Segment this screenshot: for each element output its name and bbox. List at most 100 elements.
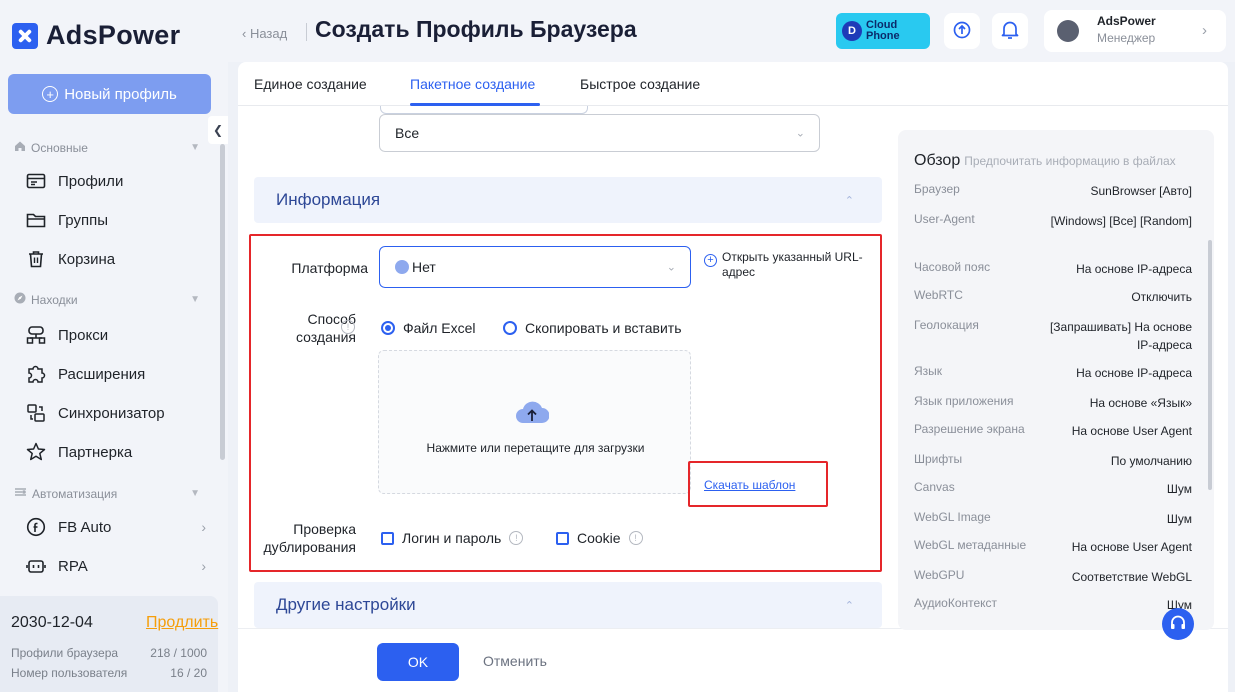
main-panel: Единое создание Пакетное создание Быстро… xyxy=(238,62,1228,692)
radio-excel-file[interactable]: Файл Excel xyxy=(381,320,476,336)
section-title-automation[interactable]: Автоматизация ▼ xyxy=(14,486,200,501)
users-quota-label: Номер пользователя xyxy=(11,666,128,680)
overview-row-key: Браузер xyxy=(914,182,960,196)
update-arrow-icon xyxy=(952,20,972,43)
overview-title-text: Обзор xyxy=(914,152,961,169)
overview-row-key: User-Agent xyxy=(914,212,975,226)
collapse-sidebar-button[interactable]: ❮ xyxy=(208,116,228,144)
sidebar-item-groups[interactable]: Группы xyxy=(26,210,206,230)
home-icon xyxy=(14,140,26,155)
headset-icon xyxy=(1169,614,1187,635)
header: ‹ Назад Создать Профиль Браузера D Cloud… xyxy=(228,0,1235,62)
section-title-finds[interactable]: Находки ▼ xyxy=(14,292,200,307)
sidebar-item-rpa-label: RPA xyxy=(58,557,88,575)
chevron-up-icon: ⌃ xyxy=(844,599,854,612)
checkbox-login-password[interactable]: Логин и пароль ! xyxy=(381,530,524,546)
users-quota: Номер пользователя 16 / 20 xyxy=(11,666,207,680)
expiry-date: 2030-12-04 xyxy=(11,614,93,631)
tab-quick-creation[interactable]: Быстрое создание xyxy=(580,76,700,92)
sidebar-item-profiles-label: Профили xyxy=(58,172,124,190)
tab-single-creation[interactable]: Единое создание xyxy=(254,76,367,92)
file-upload-dropzone[interactable]: Нажмите или перетащите для загрузки xyxy=(378,350,691,494)
overview-row-value: Отключить xyxy=(1131,290,1192,304)
sidebar-item-partner[interactable]: Партнерка xyxy=(26,442,206,462)
sidebar-item-rpa[interactable]: RPA › xyxy=(26,556,206,576)
chevron-down-icon: ⌄ xyxy=(666,261,676,274)
top-filter-select[interactable]: Все ⌄ xyxy=(379,114,820,152)
ok-button[interactable]: OK xyxy=(377,643,459,681)
overview-scrollbar[interactable] xyxy=(1208,240,1212,490)
new-profile-button[interactable]: + Новый профиль xyxy=(8,74,211,114)
info-section-header[interactable]: Информация ⌃ xyxy=(254,177,882,223)
info-icon[interactable]: ! xyxy=(628,531,643,545)
overview-row-value: Шум xyxy=(1166,512,1192,526)
trash-icon xyxy=(26,249,46,269)
info-icon[interactable]: ! xyxy=(341,320,355,334)
profiles-quota-label: Профили браузера xyxy=(11,646,119,660)
sidebar-item-fb-auto[interactable]: FB Auto › xyxy=(26,517,206,537)
notifications-button[interactable] xyxy=(992,13,1028,49)
info-section-title: Информация xyxy=(276,190,381,209)
compass-icon xyxy=(14,292,26,307)
radio-copy-paste[interactable]: Скопировать и вставить xyxy=(503,320,682,336)
cancel-button[interactable]: Отменить xyxy=(483,653,547,669)
overview-row-key: Шрифты xyxy=(914,452,963,466)
radio-copy-label: Скопировать и вставить xyxy=(525,320,682,336)
tab-batch-creation[interactable]: Пакетное создание xyxy=(410,76,535,92)
sidebar-item-synchronizer[interactable]: Синхронизатор xyxy=(26,403,206,423)
overview-row-key: Часовой пояс xyxy=(914,260,991,274)
puzzle-icon xyxy=(26,364,46,384)
overview-row-value: На основе User Agent xyxy=(1071,424,1192,438)
user-role: Менеджер xyxy=(1097,31,1156,45)
checkbox-login-label: Логин и пароль xyxy=(402,530,502,546)
sidebar-item-extensions-label: Расширения xyxy=(58,365,146,383)
sidebar-item-profiles[interactable]: Профили xyxy=(26,171,206,191)
upload-hint: Нажмите или перетащите для загрузки xyxy=(426,441,645,455)
other-settings-title: Другие настройки xyxy=(276,595,416,614)
page-title: Создать Профиль Браузера xyxy=(315,16,637,42)
section-title-finds-label: Находки xyxy=(31,292,78,307)
checkbox-cookie[interactable]: Cookie ! xyxy=(556,530,643,546)
sidebar-item-extensions[interactable]: Расширения xyxy=(26,364,206,384)
logo[interactable]: AdsPower xyxy=(12,20,180,51)
sidebar-item-groups-label: Группы xyxy=(58,211,108,229)
overview-panel: Обзор Предпочитать информацию в файлах Бр… xyxy=(898,130,1214,630)
overview-row-value: На основе User Agent xyxy=(1071,540,1192,554)
update-button[interactable] xyxy=(944,13,980,49)
section-title-main-label: Основные xyxy=(31,140,88,155)
open-url-option[interactable]: + Открыть указанный URL-адрес xyxy=(704,250,874,280)
open-url-label: Открыть указанный URL-адрес xyxy=(722,250,863,279)
overview-row-value: На основе IP-адреса xyxy=(1076,262,1192,276)
back-link[interactable]: ‹ Назад xyxy=(242,26,287,41)
platform-select[interactable]: Нет ⌄ xyxy=(379,246,691,288)
platform-value: Нет xyxy=(412,259,436,275)
sidebar-item-trash[interactable]: Корзина xyxy=(26,249,206,269)
overview-row-key: АудиоКонтекст xyxy=(914,596,998,610)
overview-row-key: Язык приложения xyxy=(914,394,1014,408)
sidebar-item-fb-auto-label: FB Auto xyxy=(58,518,112,536)
support-chat-button[interactable] xyxy=(1162,608,1194,640)
star-icon xyxy=(26,442,46,462)
info-icon[interactable]: ! xyxy=(509,531,524,545)
sidebar-scrollbar[interactable] xyxy=(220,144,225,460)
overview-row-key: WebGL метаданные xyxy=(914,538,1027,552)
sidebar-item-synchronizer-label: Синхронизатор xyxy=(58,404,165,422)
cloud-phone-button[interactable]: D Cloud Phone xyxy=(836,13,930,49)
user-menu[interactable]: AdsPower Менеджер › xyxy=(1044,10,1226,52)
profiles-quota-value: 218 / 1000 xyxy=(150,646,207,660)
chevron-up-icon: ⌃ xyxy=(844,194,854,207)
platform-label: Платформа xyxy=(291,260,368,276)
sidebar-item-proxy[interactable]: Прокси xyxy=(26,325,206,345)
plus-circle-icon: + xyxy=(704,254,717,267)
download-template-link[interactable]: Скачать шаблон xyxy=(704,478,795,492)
overview-subtitle: Предпочитать информацию в файлах xyxy=(964,154,1176,168)
sync-windows-icon xyxy=(26,403,46,423)
other-settings-header[interactable]: Другие настройки ⌃ xyxy=(254,582,882,628)
overview-row-key: WebGL Image xyxy=(914,510,991,524)
checkbox-unchecked-icon xyxy=(381,531,394,545)
new-profile-label: Новый профиль xyxy=(64,85,177,103)
segmented-control-partial[interactable] xyxy=(380,106,588,114)
section-title-main[interactable]: Основные ▼ xyxy=(14,140,200,155)
chevron-down-icon: ▼ xyxy=(190,142,200,153)
extend-link[interactable]: Продлить xyxy=(146,614,218,632)
